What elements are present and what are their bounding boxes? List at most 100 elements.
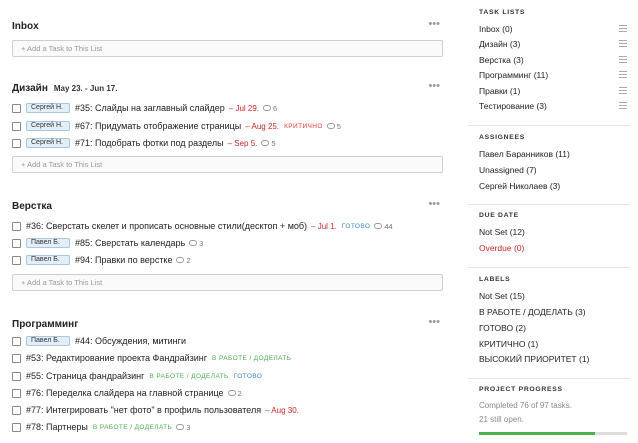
task-checkbox[interactable] (12, 221, 21, 231)
comment-count-value: 6 (273, 103, 278, 113)
drag-handle-icon[interactable] (619, 40, 627, 47)
list-title: Дизайн (12, 82, 48, 94)
task-row: Сергей Н. #35: Слайды на заглавный слайд… (12, 101, 452, 115)
task-label[interactable]: ГОТОВО (342, 223, 371, 230)
task-row: #76: Переделка слайдера на главной стран… (12, 386, 452, 400)
task-row: Павел Б. #94: Правки по верстке 2 (12, 253, 452, 267)
task-title[interactable]: #67: Придумать отображение страницы (75, 121, 241, 131)
task-title[interactable]: #78: Партнеры (26, 422, 88, 432)
sidebar-item-design[interactable]: Дизайн (3) (479, 38, 629, 50)
sidebar-item-fixes[interactable]: Правки (1) (479, 85, 629, 97)
task-label[interactable]: ГОТОВО (234, 373, 263, 380)
comment-count-value: 44 (384, 221, 393, 231)
task-title[interactable]: #77: Интегрировать "нет фото" в профиль … (26, 405, 261, 415)
due-filter-not-set[interactable]: Not Set (12) (479, 226, 629, 238)
task-checkbox[interactable] (12, 238, 21, 248)
drag-handle-icon[interactable] (619, 25, 627, 32)
more-options-icon[interactable]: ••• (428, 19, 440, 30)
sidebar-item-markup[interactable]: Верстка (3) (479, 54, 629, 66)
assignee-badge[interactable]: Павел Б. (26, 255, 70, 265)
task-label[interactable]: В РАБОТЕ / ДОДЕЛАТЬ (212, 355, 291, 362)
task-title[interactable]: #36: Сверстать скелет и прописать основн… (26, 221, 307, 231)
drag-handle-icon[interactable] (619, 87, 627, 94)
task-title[interactable]: #85: Сверстать календарь (75, 238, 185, 248)
task-label[interactable]: В РАБОТЕ / ДОДЕЛАТЬ (149, 373, 228, 380)
comment-count[interactable]: 5 (326, 122, 341, 131)
progress-bar-fill (479, 432, 595, 435)
labels-heading: LABELS (479, 276, 511, 283)
task-title[interactable]: #35: Слайды на заглавный слайдер (75, 103, 225, 113)
comment-count[interactable]: 3 (176, 423, 190, 432)
sidebar-item-inbox[interactable]: Inbox (0) (479, 23, 629, 35)
assignee-badge[interactable]: Сергей Н. (26, 138, 70, 148)
assignee-filter-pavel[interactable]: Павел Баранников (11) (479, 148, 629, 160)
task-checkbox[interactable] (12, 336, 21, 346)
comment-bubble-icon (176, 424, 185, 430)
more-options-icon[interactable]: ••• (428, 199, 440, 210)
task-title[interactable]: #53: Редактирование проекта Фандрайзинг (26, 353, 207, 363)
comment-count[interactable]: 5 (261, 138, 276, 148)
label-filter-not-set[interactable]: Not Set (15) (479, 290, 629, 302)
add-task-input[interactable]: + Add a Task to This List (12, 40, 443, 57)
due-filter-overdue[interactable]: Overdue (0) (479, 242, 629, 254)
list-header-design: Дизайн May 23. - Jun 17. ••• (12, 81, 444, 95)
comment-bubble-icon (261, 140, 270, 146)
drag-handle-icon[interactable] (619, 56, 627, 63)
sidebar-item-testing[interactable]: Тестирование (3) (479, 100, 629, 112)
more-options-icon[interactable]: ••• (428, 317, 440, 328)
task-checkbox[interactable] (12, 371, 21, 381)
assignee-filter-sergey[interactable]: Сергей Николаев (3) (479, 180, 629, 192)
assignee-filter-unassigned[interactable]: Unassigned (7) (479, 164, 629, 176)
comment-bubble-icon (227, 390, 236, 396)
task-row: Павел Б. #44: Обсуждения, митинги (12, 334, 452, 348)
comment-count[interactable]: 6 (263, 104, 277, 113)
task-title[interactable]: #94: Правки по верстке (75, 255, 172, 265)
drag-handle-icon[interactable] (619, 102, 627, 109)
assignee-badge[interactable]: Сергей Н. (26, 103, 70, 113)
task-row: Сергей Н. #71: Подобрать фотки под разде… (12, 136, 452, 150)
label-filter-high-priority[interactable]: ВЫСОКИЙ ПРИОРИТЕТ (1) (479, 353, 629, 365)
task-title[interactable]: #71: Подобрать фотки под разделы (75, 138, 224, 148)
label-filter-critical[interactable]: КРИТИЧНО (1) (479, 338, 629, 350)
task-title[interactable]: #55: Страница фандрайзинг (26, 371, 144, 381)
task-title[interactable]: #76: Переделка слайдера на главной стран… (26, 388, 224, 398)
assignee-badge[interactable]: Сергей Н. (26, 121, 70, 131)
due-date: – Jul 1. (311, 221, 337, 231)
assignee-badge[interactable]: Павел Б. (26, 336, 70, 346)
comment-count[interactable]: 44 (374, 221, 393, 231)
sidebar-item-programming[interactable]: Программинг (11) (479, 69, 629, 81)
drag-handle-icon[interactable] (619, 71, 627, 78)
task-row: Павел Б. #85: Сверстать календарь 3 (12, 236, 452, 250)
list-title: Inbox (12, 20, 39, 32)
label-filter-done[interactable]: ГОТОВО (2) (479, 322, 629, 334)
assignee-badge[interactable]: Павел Б. (26, 238, 70, 248)
label-filter-in-progress[interactable]: В РАБОТЕ / ДОДЕЛАТЬ (3) (479, 306, 629, 318)
task-checkbox[interactable] (12, 353, 21, 363)
task-checkbox[interactable] (12, 422, 21, 432)
task-checkbox[interactable] (12, 138, 21, 148)
task-title[interactable]: #44: Обсуждения, митинги (75, 336, 186, 346)
task-lists-heading: TASK LISTS (479, 9, 526, 16)
comment-count-value: 5 (271, 138, 276, 148)
task-label[interactable]: КРИТИЧНО (284, 123, 323, 130)
task-label[interactable]: В РАБОТЕ / ДОДЕЛАТЬ (93, 424, 172, 431)
due-date: – Jul 29. (228, 103, 260, 113)
more-options-icon[interactable]: ••• (428, 81, 440, 92)
task-checkbox[interactable] (12, 255, 21, 265)
task-row: #53: Редактирование проекта Фандрайзинг … (12, 351, 452, 365)
divider (468, 125, 630, 126)
comment-count[interactable]: 2 (176, 256, 191, 265)
add-task-input[interactable]: + Add a Task to This List (12, 156, 443, 173)
task-checkbox[interactable] (12, 121, 21, 131)
task-row: #55: Страница фандрайзинг В РАБОТЕ / ДОД… (12, 369, 452, 383)
comment-count[interactable]: 2 (227, 389, 242, 398)
list-header-programming: Программинг ••• (12, 317, 444, 331)
task-checkbox[interactable] (12, 405, 21, 415)
task-checkbox[interactable] (12, 103, 21, 113)
task-checkbox[interactable] (12, 388, 21, 398)
list-date-range: May 23. - Jun 17. (53, 83, 118, 93)
task-row: #78: Партнеры В РАБОТЕ / ДОДЕЛАТЬ 3 (12, 420, 452, 434)
comment-count[interactable]: 3 (189, 239, 203, 248)
list-header-markup: Верстка ••• (12, 199, 444, 213)
add-task-input[interactable]: + Add a Task to This List (12, 274, 443, 291)
